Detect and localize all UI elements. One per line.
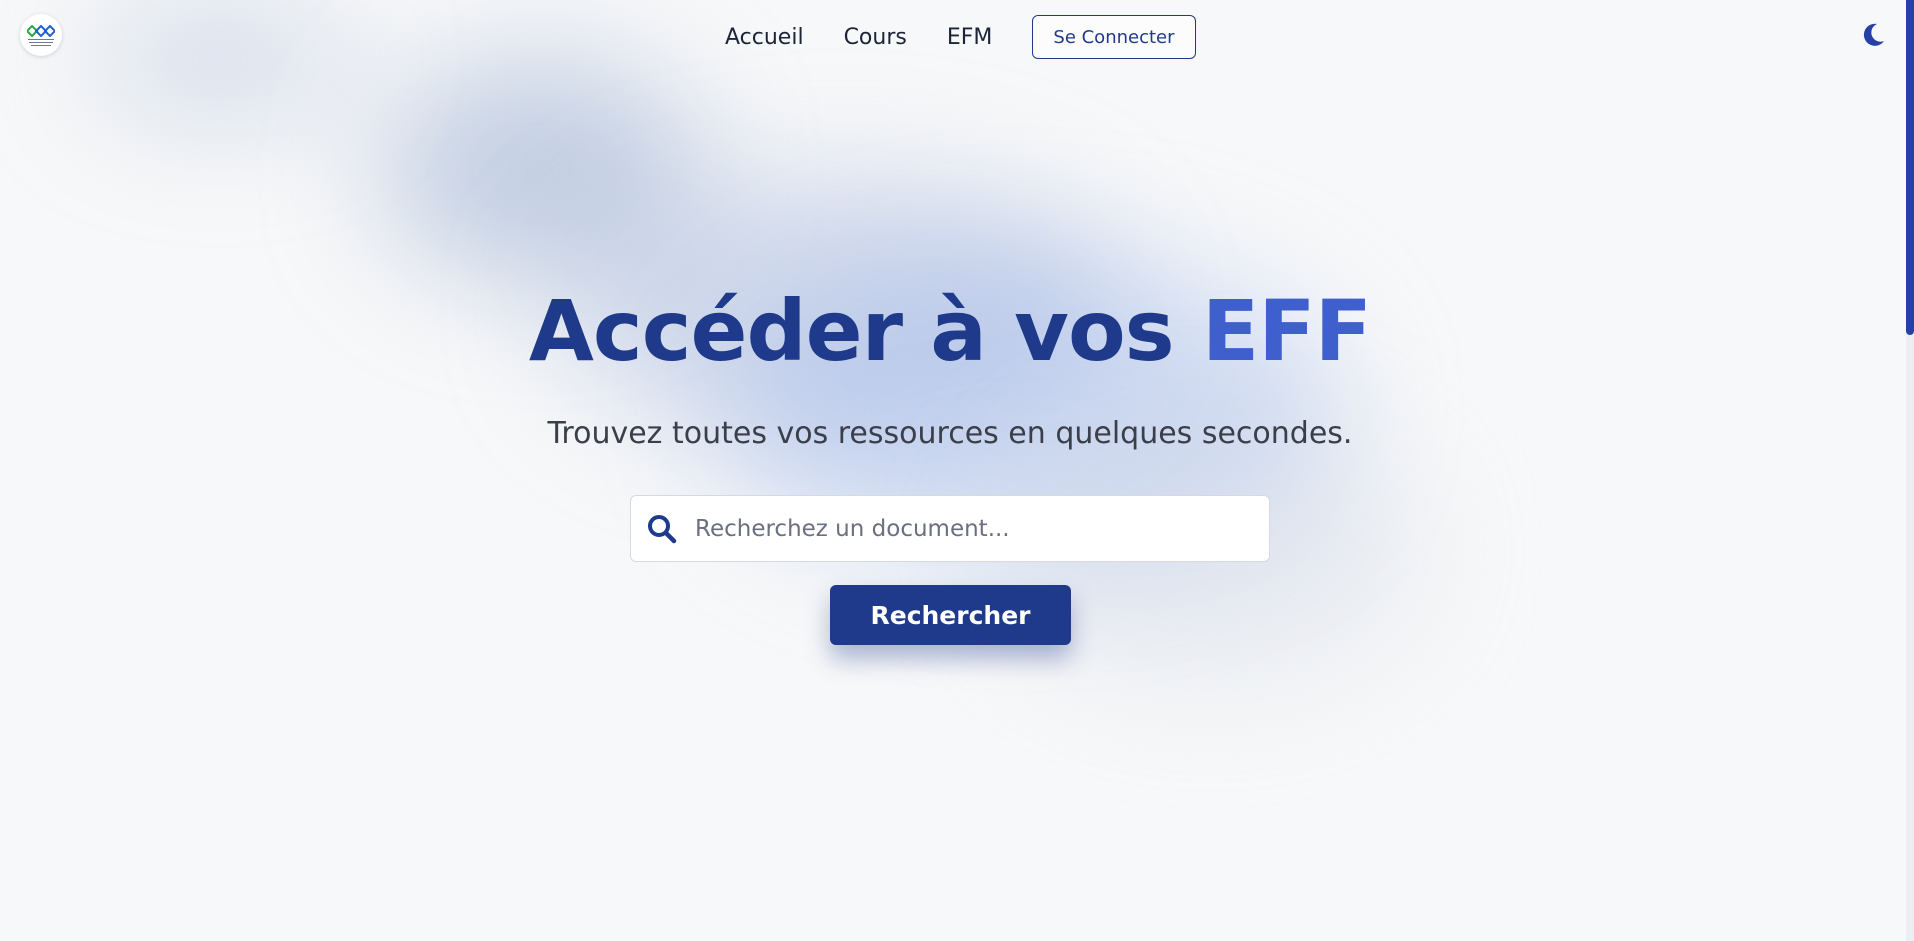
logo-diamonds-icon [27, 24, 55, 37]
search-box [630, 495, 1270, 562]
nav-link-home[interactable]: Accueil [725, 25, 804, 50]
search-icon [648, 514, 677, 543]
logo-text-lines [28, 38, 54, 46]
page: Accueil Cours EFM Se Connecter Accéder à… [0, 0, 1914, 941]
background-blob [90, 0, 350, 120]
search-input[interactable] [695, 515, 1269, 542]
institution-logo[interactable] [20, 14, 62, 56]
background-blob [380, 60, 700, 280]
scrollbar[interactable] [1906, 0, 1914, 941]
main-nav: Accueil Cours EFM Se Connecter [725, 14, 1196, 60]
connect-button[interactable]: Se Connecter [1032, 15, 1196, 59]
search-button[interactable]: Rechercher [830, 585, 1071, 645]
nav-link-courses[interactable]: Cours [844, 25, 907, 50]
hero-subtitle: Trouvez toutes vos ressources en quelque… [547, 416, 1353, 451]
hero-title: Accéder à vos EFF [0, 282, 1900, 380]
hero-title-accent: EFF [1201, 282, 1372, 380]
scrollbar-thumb[interactable] [1906, 0, 1914, 335]
moon-icon[interactable] [1860, 22, 1886, 48]
nav-link-efm[interactable]: EFM [947, 25, 993, 50]
hero-title-main: Accéder à vos [528, 282, 1175, 380]
